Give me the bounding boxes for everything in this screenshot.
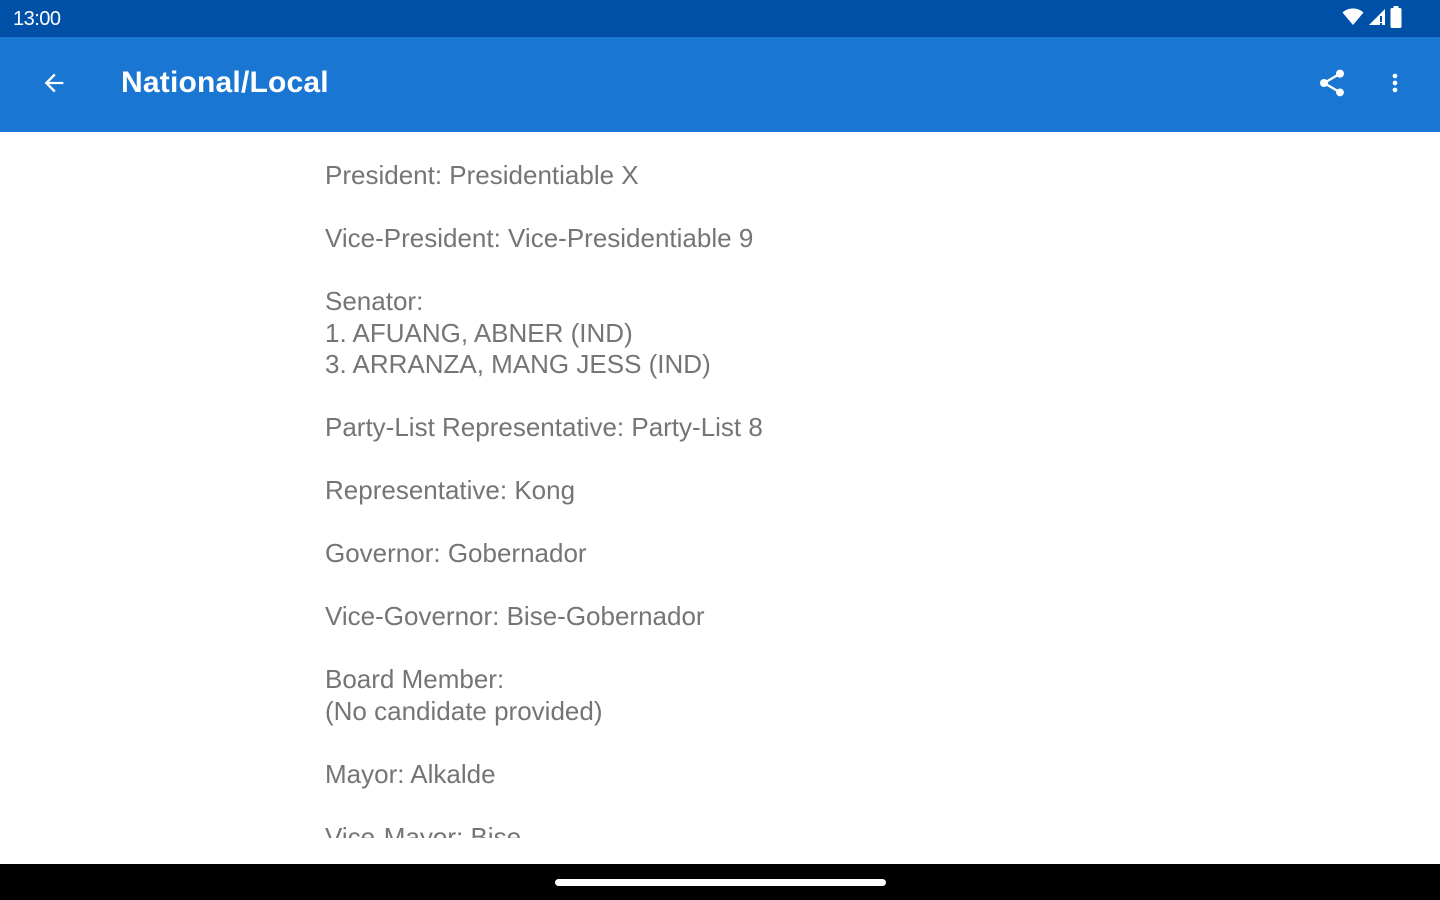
back-button[interactable] xyxy=(30,63,78,107)
vice-mayor-line: Vice-Mayor: Bise xyxy=(325,821,522,839)
senator-label: Senator: xyxy=(325,286,424,316)
ballot-summary: President: Presidentiable X Vice-Preside… xyxy=(325,160,1225,838)
page-title: National/Local xyxy=(121,66,329,99)
representative-line: Representative: Kong xyxy=(325,475,576,505)
battery-icon xyxy=(1390,5,1402,33)
vice-governor-line: Vice-Governor: Bise-Gobernador xyxy=(325,601,705,631)
senator-item: 3. ARRANZA, MANG JESS (IND) xyxy=(325,349,711,379)
app-bar: National/Local xyxy=(0,37,1440,132)
board-member-label: Board Member: xyxy=(325,664,505,694)
navigation-bar xyxy=(0,864,1440,900)
board-member-value: (No candidate provided) xyxy=(325,695,603,726)
governor-line: Governor: Gobernador xyxy=(325,538,587,568)
status-icons xyxy=(1342,5,1402,33)
share-icon xyxy=(1316,67,1348,104)
share-button[interactable] xyxy=(1310,63,1354,107)
cell-signal-icon xyxy=(1368,8,1386,31)
vice-president-line: Vice-President: Vice-Presidentiable 9 xyxy=(325,223,754,253)
ballot-content[interactable]: President: Presidentiable X Vice-Preside… xyxy=(0,132,1440,838)
status-bar: 13:00 xyxy=(0,0,1440,37)
mayor-line: Mayor: Alkalde xyxy=(325,758,496,789)
more-options-button[interactable] xyxy=(1376,63,1414,107)
status-time: 13:00 xyxy=(13,8,61,30)
party-list-line: Party-List Representative: Party-List 8 xyxy=(325,412,763,442)
wifi-icon xyxy=(1342,8,1364,31)
arrow-back-icon xyxy=(40,69,68,102)
home-gesture-handle[interactable] xyxy=(555,879,886,886)
senator-item: 1. AFUANG, ABNER (IND) xyxy=(325,317,633,348)
more-vert-icon xyxy=(1381,69,1409,102)
president-line: President: Presidentiable X xyxy=(325,160,639,190)
